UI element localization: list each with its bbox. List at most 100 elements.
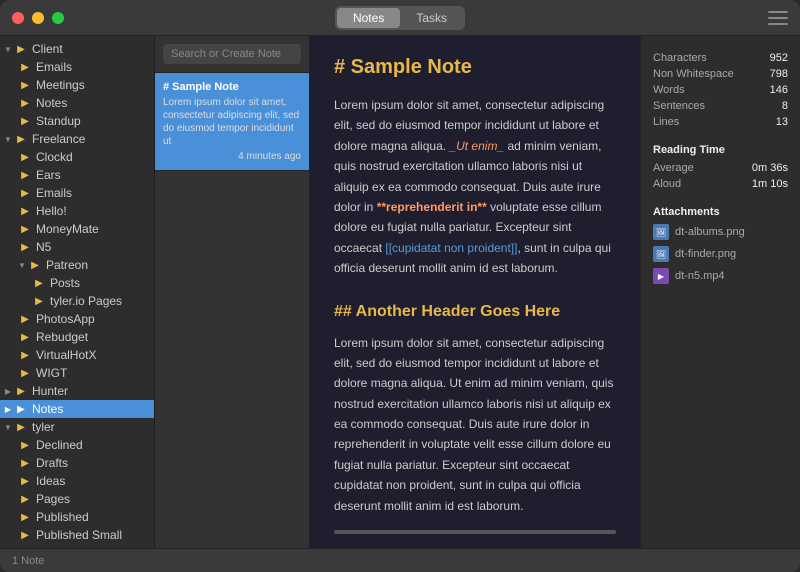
sidebar-item-label: WIGT [36, 366, 67, 380]
scrollbar-indicator [334, 530, 616, 534]
folder-icon: ▶ [28, 259, 42, 271]
folder-icon: ▶ [18, 313, 32, 325]
sidebar-item-client[interactable]: ▼ ▶ Client [0, 40, 154, 58]
stat-value: 8 [782, 100, 788, 112]
sidebar-item-emails[interactable]: ▶ Emails [0, 58, 154, 76]
main-layout: ▼ ▶ Client ▶ Emails ▶ Meetings ▶ Notes [0, 36, 800, 548]
expand-icon: ▼ [18, 261, 26, 269]
sidebar: ▼ ▶ Client ▶ Emails ▶ Meetings ▶ Notes [0, 36, 155, 548]
sidebar-item-label: Published Small [36, 528, 122, 542]
sidebar-item-posts[interactable]: ▶ Posts [0, 274, 154, 292]
sidebar-item-label: Pages [36, 492, 70, 506]
status-text: 1 Note [12, 555, 44, 567]
sidebar-item-standup[interactable]: ▶ Standup [0, 112, 154, 130]
expand-icon: ▼ [4, 135, 12, 143]
maximize-button[interactable] [52, 12, 64, 24]
sidebar-item-label: VirtualHotX [36, 348, 96, 362]
sidebar-item-notes-client[interactable]: ▶ Notes [0, 94, 154, 112]
sidebar-item-ideas[interactable]: ▶ Ideas [0, 472, 154, 490]
sidebar-item-drafts[interactable]: ▶ Drafts [0, 454, 154, 472]
sidebar-item-label: Patreon [46, 258, 88, 272]
sidebar-item-clockd[interactable]: ▶ Clockd [0, 148, 154, 166]
note-item[interactable]: # Sample Note Lorem ipsum dolor sit amet… [155, 73, 309, 171]
stat-value: 1m 10s [752, 178, 788, 190]
sidebar-item-notes[interactable]: ▶ ▶ Notes [0, 400, 154, 418]
close-button[interactable] [12, 12, 24, 24]
stat-label: Words [653, 84, 685, 96]
stats-panel: Characters 952 Non Whitespace 798 Words … [640, 36, 800, 548]
sidebar-item-label: N5 [36, 240, 51, 254]
sidebar-item-label: MoneyMate [36, 222, 99, 236]
attachments-section: Attachments 🖼 dt-albums.png 🖼 dt-finder.… [653, 206, 788, 284]
sidebar-item-emails2[interactable]: ▶ Emails [0, 184, 154, 202]
tab-group: Notes Tasks [335, 6, 465, 30]
sidebar-item-label: Ideas [36, 474, 65, 488]
sidebar-item-wigt[interactable]: ▶ WIGT [0, 364, 154, 382]
sidebar-item-tyler-pages[interactable]: ▶ tyler.io Pages [0, 292, 154, 310]
sidebar-item-label: Meetings [36, 78, 85, 92]
sidebar-item-rebudget[interactable]: ▶ Rebudget [0, 328, 154, 346]
sidebar-item-photosapp[interactable]: ▶ PhotosApp [0, 310, 154, 328]
attachments-label: Attachments [653, 206, 788, 218]
stat-non-whitespace: Non Whitespace 798 [653, 68, 788, 80]
sidebar-item-virtualhot[interactable]: ▶ VirtualHotX [0, 346, 154, 364]
statusbar: 1 Note [0, 548, 800, 572]
note-paragraph-1: Lorem ipsum dolor sit amet, consectetur … [334, 95, 616, 279]
attachment-item-3[interactable]: ▶ dt-n5.mp4 [653, 268, 788, 284]
sidebar-item-moneymate[interactable]: ▶ MoneyMate [0, 220, 154, 238]
stats-section: Characters 952 Non Whitespace 798 Words … [653, 52, 788, 128]
sidebar-item-freelance[interactable]: ▼ ▶ Freelance [0, 130, 154, 148]
sidebar-item-pages[interactable]: ▶ Pages [0, 490, 154, 508]
sidebar-item-published-small[interactable]: ▶ Published Small [0, 526, 154, 544]
tab-tasks[interactable]: Tasks [400, 8, 463, 28]
attachment-name: dt-albums.png [675, 226, 745, 238]
sidebar-item-hunter[interactable]: ▶ ▶ Hunter [0, 382, 154, 400]
image-icon: 🖼 [653, 246, 669, 262]
folder-icon: ▶ [14, 403, 28, 415]
sidebar-item-declined[interactable]: ▶ Declined [0, 436, 154, 454]
expand-icon: ▼ [4, 423, 12, 431]
folder-icon: ▶ [14, 133, 28, 145]
video-icon: ▶ [653, 268, 669, 284]
note-search-area [155, 36, 309, 73]
stat-label: Non Whitespace [653, 68, 734, 80]
folder-icon: ▶ [18, 349, 32, 361]
folder-icon: ▶ [18, 61, 32, 73]
sidebar-item-label: Rebudget [36, 330, 88, 344]
attachment-item-2[interactable]: 🖼 dt-finder.png [653, 246, 788, 262]
sidebar-item-label: tyler [32, 420, 55, 434]
sidebar-item-label: Drafts [36, 456, 68, 470]
sidebar-item-label: Posts [50, 276, 80, 290]
folder-icon: ▶ [18, 367, 32, 379]
sidebar-item-hello[interactable]: ▶ Hello! [0, 202, 154, 220]
sidebar-item-published[interactable]: ▶ Published [0, 508, 154, 526]
folder-icon: ▶ [18, 187, 32, 199]
sidebar-item-tyler[interactable]: ▼ ▶ tyler [0, 418, 154, 436]
folder-icon: ▶ [18, 511, 32, 523]
folder-icon: ▶ [18, 151, 32, 163]
sidebar-item-n5[interactable]: ▶ N5 [0, 238, 154, 256]
sidebar-item-label: Emails [36, 186, 72, 200]
sidebar-item-meetings[interactable]: ▶ Meetings [0, 76, 154, 94]
note-editor[interactable]: # Sample Note Lorem ipsum dolor sit amet… [310, 36, 640, 548]
folder-icon: ▶ [18, 223, 32, 235]
sidebar-item-patreon[interactable]: ▼ ▶ Patreon [0, 256, 154, 274]
sidebar-toggle-icon[interactable] [768, 11, 788, 25]
folder-icon: ▶ [14, 385, 28, 397]
folder-icon: ▶ [18, 475, 32, 487]
stat-sentences: Sentences 8 [653, 100, 788, 112]
note-list: # Sample Note Lorem ipsum dolor sit amet… [155, 36, 310, 548]
folder-icon: ▶ [18, 493, 32, 505]
sidebar-item-label: Emails [36, 60, 72, 74]
note-time: 4 minutes ago [163, 151, 301, 162]
stat-label: Characters [653, 52, 707, 64]
minimize-button[interactable] [32, 12, 44, 24]
note-heading-2: ## Another Header Goes Here [334, 303, 616, 321]
tab-notes[interactable]: Notes [337, 8, 400, 28]
sidebar-item-ears[interactable]: ▶ Ears [0, 166, 154, 184]
search-input[interactable] [163, 44, 301, 64]
folder-icon: ▶ [18, 457, 32, 469]
attachment-item-1[interactable]: 🖼 dt-albums.png [653, 224, 788, 240]
image-icon: 🖼 [653, 224, 669, 240]
sidebar-item-label: Hello! [36, 204, 67, 218]
